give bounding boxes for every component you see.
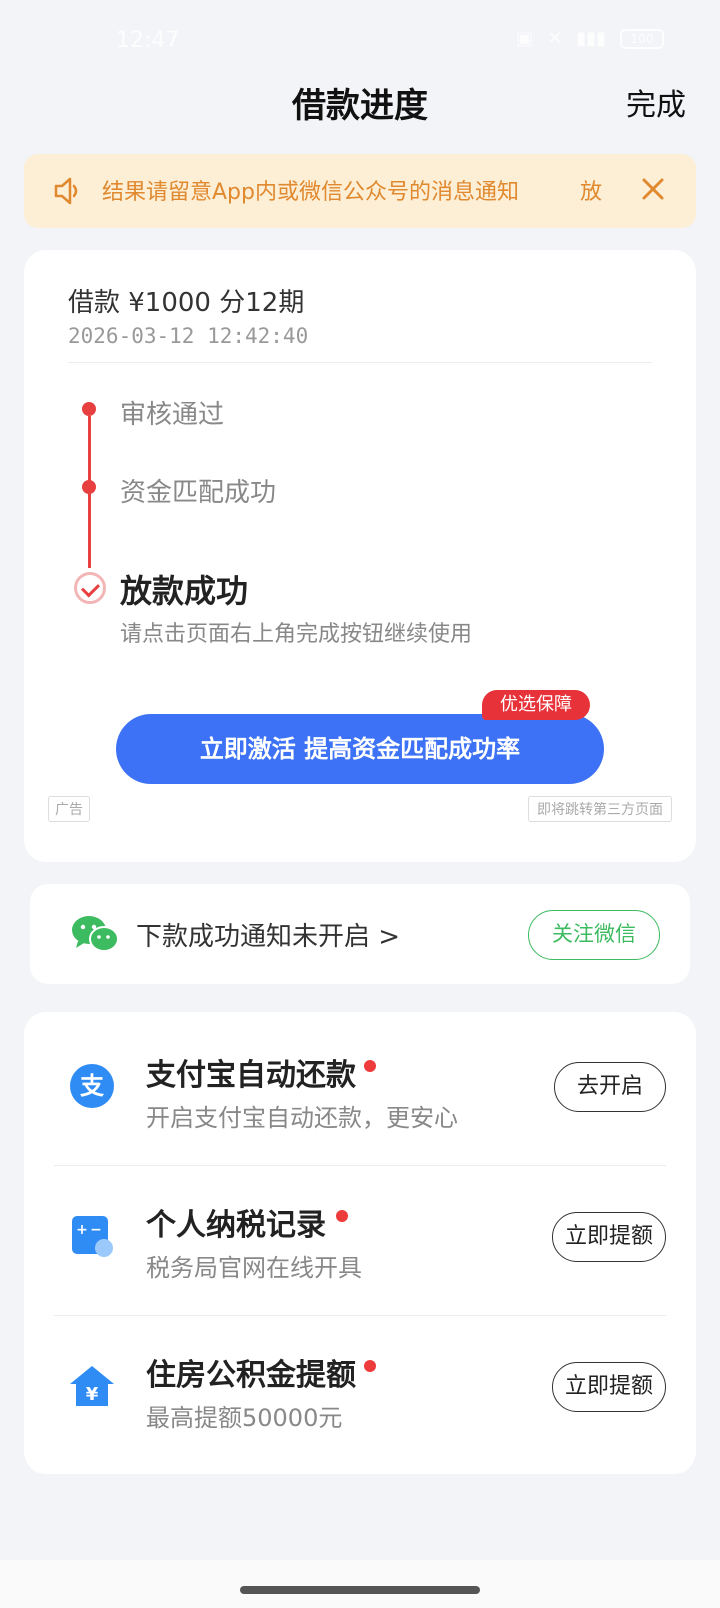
loan-summary: 借款 ¥1000 分12期 bbox=[68, 288, 305, 318]
service-subtitle: 最高提额50000元 bbox=[146, 1404, 343, 1432]
svg-text:−: − bbox=[90, 1222, 102, 1238]
svg-text:+: + bbox=[76, 1222, 88, 1238]
step-dot bbox=[82, 480, 96, 494]
done-button[interactable]: 完成 bbox=[626, 80, 686, 124]
step-label-disbursed: 放款成功 bbox=[120, 572, 249, 610]
service-title: 支付宝自动还款 bbox=[146, 1058, 356, 1093]
home-indicator[interactable] bbox=[240, 1586, 480, 1594]
notice-text: 结果请留意App内或微信公众号的消息通知 放 bbox=[102, 180, 602, 205]
status-icons: ▣ ✕ ▮▮▮ 100 bbox=[516, 28, 664, 49]
service-row-tax[interactable]: + − 个人纳税记录 税务局官网在线开具 立即提额 bbox=[24, 1162, 696, 1316]
follow-wechat-button[interactable]: 关注微信 bbox=[528, 910, 660, 960]
step-hint: 请点击页面右上角完成按钮继续使用 bbox=[120, 622, 473, 647]
status-time: 12:47 bbox=[116, 28, 180, 53]
wechat-notify-text[interactable]: 下款成功通知未开启 > bbox=[136, 916, 400, 953]
step-label-approved: 审核通过 bbox=[120, 400, 225, 430]
status-bar: 12:47 ▣ ✕ ▮▮▮ 100 bbox=[0, 0, 720, 80]
signal-icon: ▮▮▮ bbox=[576, 28, 606, 49]
ad-redirect-note: 即将跳转第三方页面 bbox=[528, 796, 672, 822]
enable-alipay-button[interactable]: 去开启 bbox=[554, 1062, 666, 1112]
service-row-housing-fund[interactable]: ¥ 住房公积金提额 最高提额50000元 立即提额 bbox=[24, 1312, 696, 1466]
divider bbox=[68, 362, 652, 363]
alipay-icon: 支 bbox=[70, 1064, 114, 1108]
service-subtitle: 税务局官网在线开具 bbox=[146, 1254, 362, 1282]
service-title: 个人纳税记录 bbox=[146, 1208, 326, 1243]
activate-button[interactable]: 立即激活 提高资金匹配成功率 bbox=[116, 714, 604, 784]
wechat-icon bbox=[72, 916, 119, 952]
page-header: 借款进度 完成 bbox=[0, 70, 720, 130]
svg-text:支: 支 bbox=[80, 1072, 105, 1100]
tax-calculator-icon: + − bbox=[72, 1216, 113, 1257]
services-card: 支 支付宝自动还款 开启支付宝自动还款，更安心 去开启 + − 个人纳税记录 税… bbox=[24, 1012, 696, 1474]
loan-time: 2026-03-12 12:42:40 bbox=[68, 324, 309, 348]
step-label-matched: 资金匹配成功 bbox=[120, 478, 277, 508]
promo-badge: 优选保障 bbox=[482, 690, 590, 720]
nfc-icon: ▣ bbox=[516, 28, 534, 49]
bottom-nav-area bbox=[0, 1560, 720, 1608]
new-dot bbox=[336, 1210, 348, 1222]
service-row-alipay[interactable]: 支 支付宝自动还款 开启支付宝自动还款，更安心 去开启 bbox=[24, 1012, 696, 1166]
ad-tag: 广告 bbox=[48, 796, 90, 822]
notice-banner: 结果请留意App内或微信公众号的消息通知 放 bbox=[24, 154, 696, 228]
page-title: 借款进度 bbox=[292, 86, 428, 126]
new-dot bbox=[364, 1060, 376, 1072]
close-icon[interactable] bbox=[638, 174, 668, 204]
mute-icon: ✕ bbox=[547, 28, 563, 49]
speaker-icon bbox=[54, 177, 78, 205]
step-dot bbox=[82, 402, 96, 416]
loan-progress-card: 借款 ¥1000 分12期 2026-03-12 12:42:40 审核通过 资… bbox=[24, 250, 696, 862]
raise-limit-button[interactable]: 立即提额 bbox=[551, 1212, 666, 1262]
battery-icon: 100 bbox=[620, 28, 664, 49]
housing-fund-icon: ¥ bbox=[70, 1366, 114, 1406]
wechat-notify-card[interactable]: 下款成功通知未开启 > 关注微信 bbox=[30, 884, 690, 984]
service-title: 住房公积金提额 bbox=[146, 1358, 356, 1393]
svg-text:¥: ¥ bbox=[86, 1384, 99, 1405]
notice-marquee-fragment: 放 bbox=[579, 180, 602, 205]
service-subtitle: 开启支付宝自动还款，更安心 bbox=[146, 1104, 458, 1132]
raise-limit-button[interactable]: 立即提额 bbox=[551, 1362, 666, 1412]
check-icon bbox=[74, 572, 106, 604]
new-dot bbox=[364, 1360, 376, 1372]
